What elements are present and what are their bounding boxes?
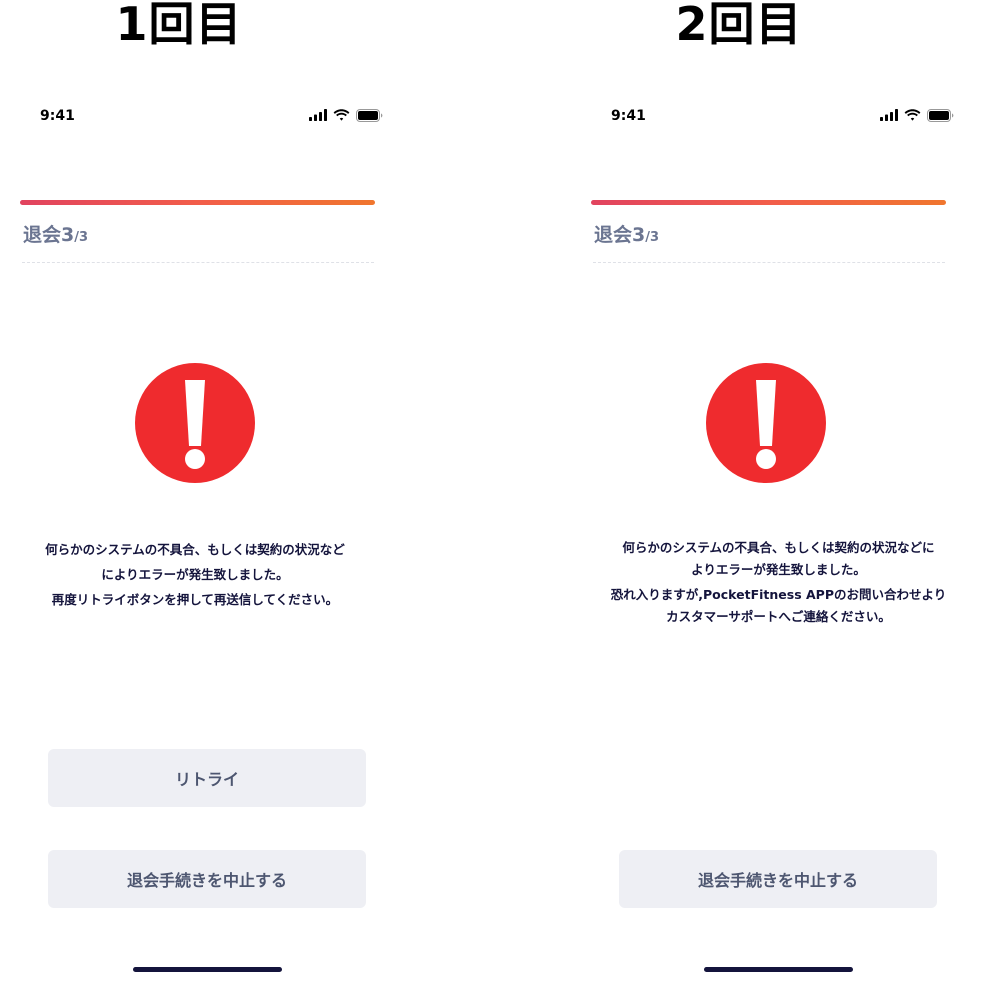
error-message: 何らかのシステムの不具合、もしくは契約の状況など によりエラーが発生致しました。…: [20, 537, 370, 612]
battery-icon: [927, 108, 954, 122]
attempt-heading: 2回目: [675, 0, 803, 51]
error-exclamation-icon: [135, 363, 255, 483]
battery-icon: [356, 108, 383, 122]
wifi-icon: [904, 109, 921, 121]
step-total: /3: [74, 230, 89, 245]
signal-icon: [309, 109, 327, 121]
step-label: 退会3: [594, 224, 646, 246]
status-time: 9:41: [40, 108, 75, 124]
step-indicator: 退会3/3: [594, 222, 659, 251]
section-divider: [593, 262, 945, 263]
error-message-line: よりエラーが発生致しました。: [691, 562, 866, 577]
error-message-line: 何らかのシステムの不具合、もしくは契約の状況など: [45, 542, 345, 557]
retry-button[interactable]: リトライ: [48, 749, 366, 807]
progress-bar: [591, 200, 946, 205]
home-indicator[interactable]: [133, 967, 282, 972]
error-message-line: 恐れ入りますが,PocketFitness APPのお問い合わせより: [610, 587, 947, 602]
status-icons: [880, 108, 954, 122]
signal-icon: [880, 109, 898, 121]
error-message-line: カスタマーサポートへご連絡ください。: [666, 609, 891, 624]
screen-attempt-2: 2回目 9:41 退会3/3 何らかのシステムの不具合、もしくは契約の状況などに…: [591, 0, 961, 985]
status-time: 9:41: [611, 108, 646, 124]
progress-bar: [20, 200, 375, 205]
error-message-line: 何らかのシステムの不具合、もしくは契約の状況などに: [622, 540, 935, 555]
screen-attempt-1: 1回目 9:41 退会3/3 何らかのシステムの不具合、もしくは契約の状況など …: [20, 0, 390, 985]
cancel-withdrawal-button[interactable]: 退会手続きを中止する: [619, 850, 937, 908]
section-divider: [22, 262, 374, 263]
step-indicator: 退会3/3: [23, 222, 88, 251]
wifi-icon: [333, 109, 350, 121]
home-indicator[interactable]: [704, 967, 853, 972]
attempt-heading: 1回目: [115, 0, 243, 51]
error-message: 何らかのシステムの不具合、もしくは契約の状況などに よりエラーが発生致しました。…: [591, 537, 966, 628]
step-total: /3: [645, 230, 660, 245]
error-message-line: 再度リトライボタンを押して再送信してください。: [51, 592, 339, 607]
status-icons: [309, 108, 383, 122]
error-exclamation-icon: [706, 363, 826, 483]
error-message-line: によりエラーが発生致しました。: [101, 567, 289, 582]
step-label: 退会3: [23, 224, 75, 246]
cancel-withdrawal-button[interactable]: 退会手続きを中止する: [48, 850, 366, 908]
